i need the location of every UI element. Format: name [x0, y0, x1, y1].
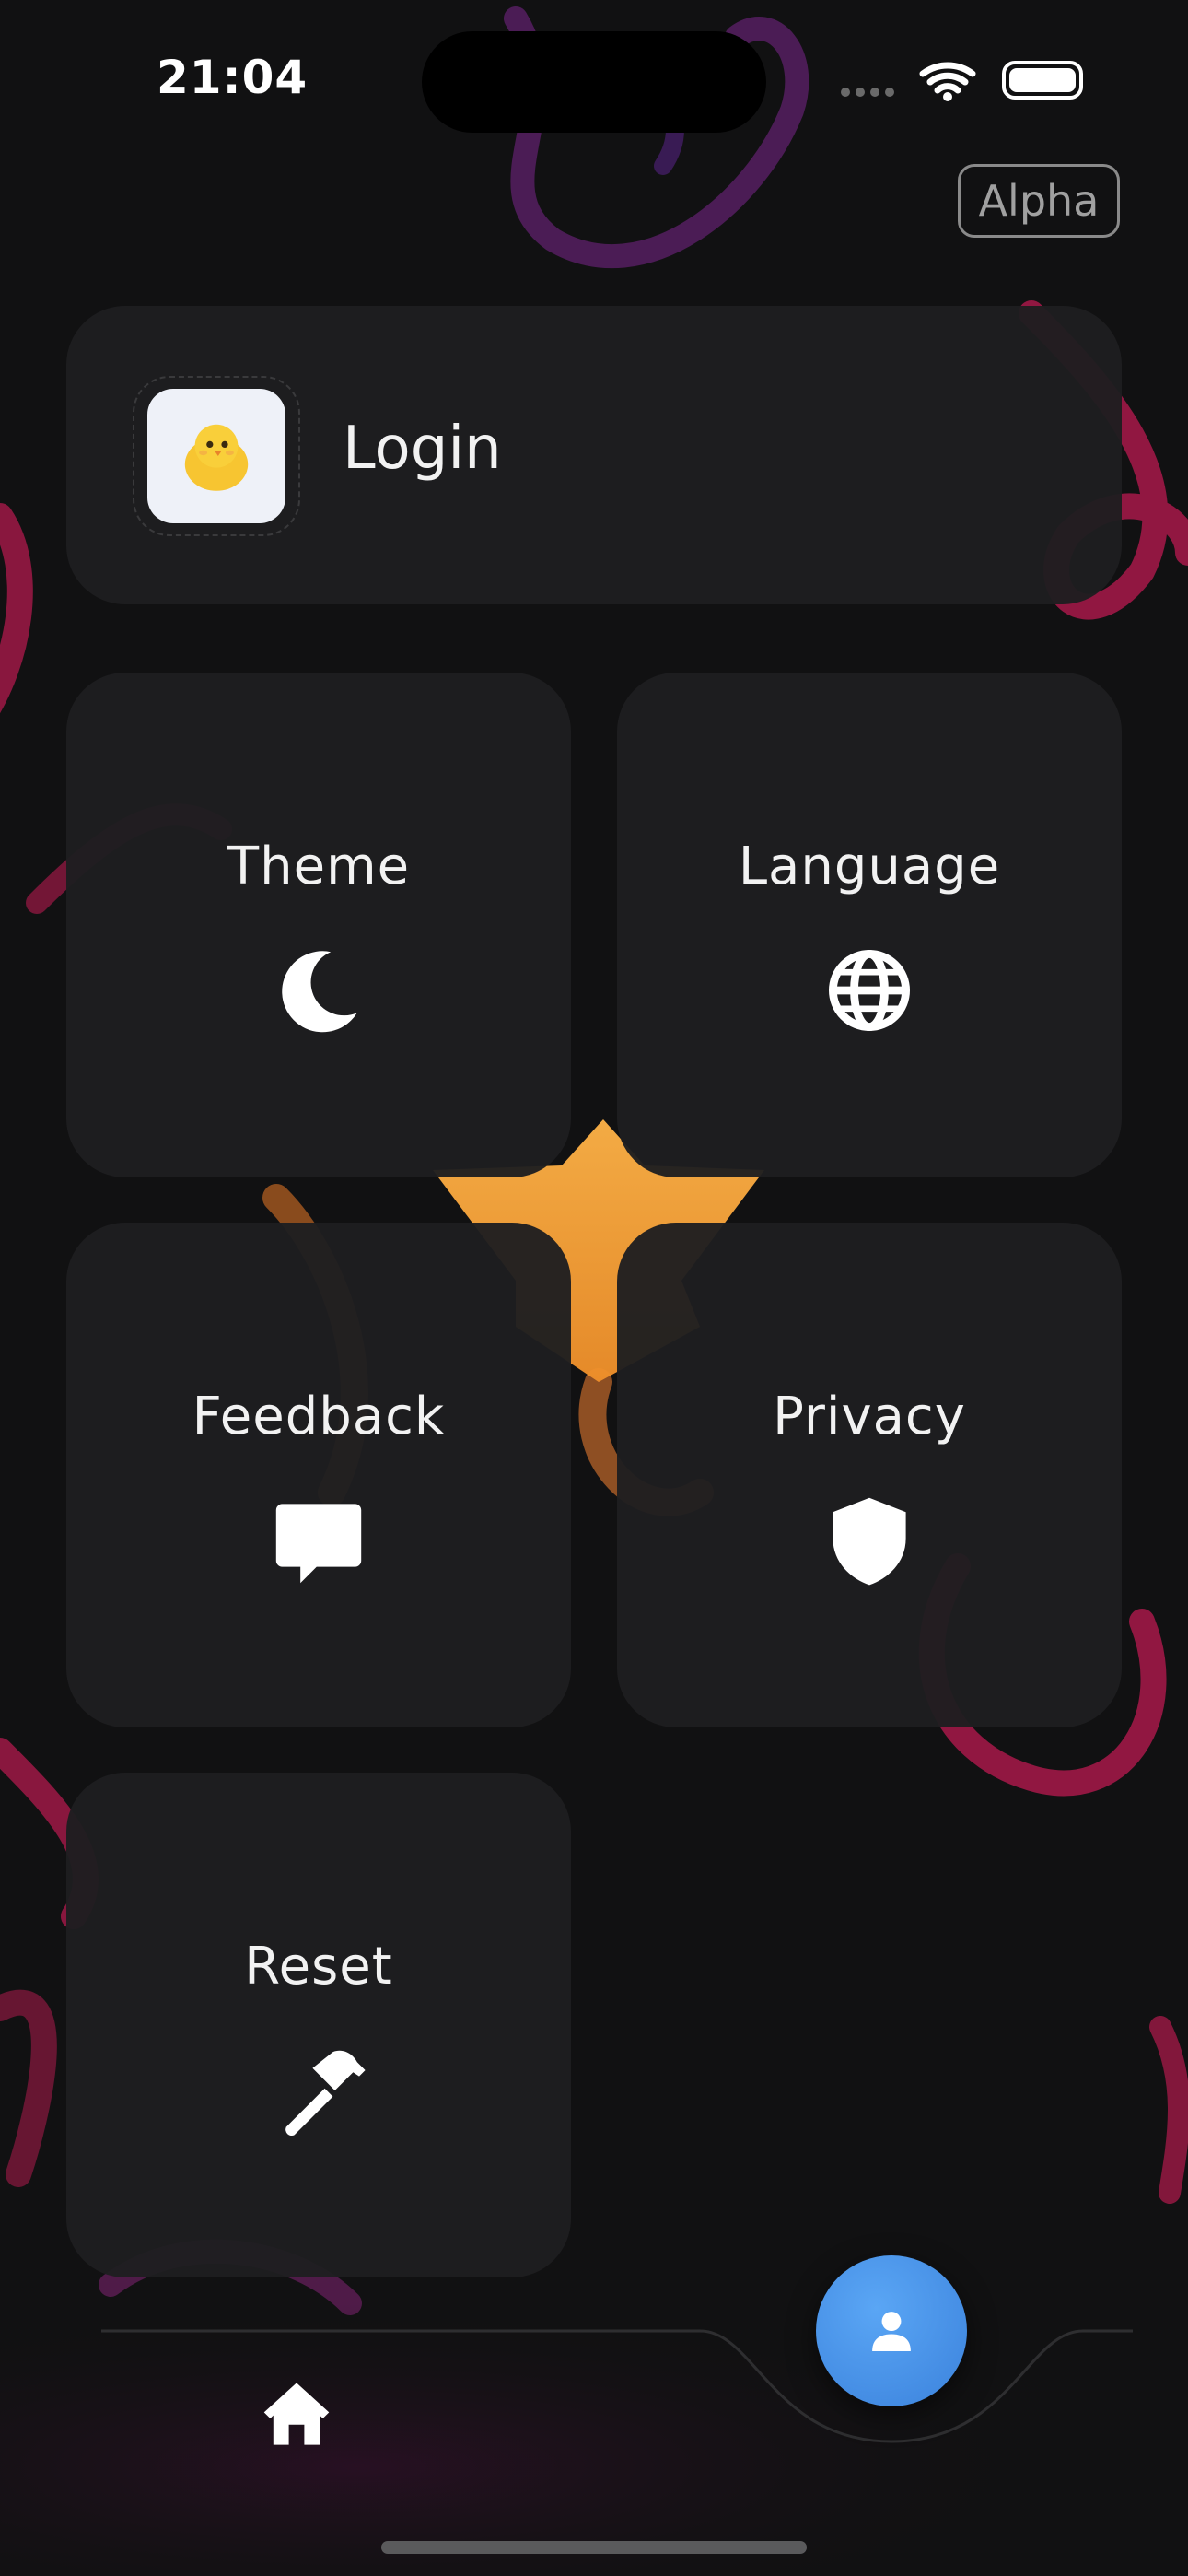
language-label: Language [738, 837, 1001, 896]
status-time: 21:04 [157, 51, 309, 104]
theme-tile[interactable]: Theme [66, 673, 571, 1177]
reset-tile[interactable]: Reset [66, 1773, 571, 2277]
globe-icon [819, 940, 920, 1041]
feedback-tile[interactable]: Feedback [66, 1223, 571, 1727]
home-indicator[interactable] [381, 2541, 807, 2554]
home-icon [263, 2383, 330, 2445]
battery-icon [1002, 61, 1083, 100]
chat-bubble-icon [268, 1490, 369, 1591]
reset-label: Reset [244, 1937, 393, 1996]
login-label: Login [343, 415, 502, 483]
tab-home[interactable] [258, 2375, 335, 2453]
signal-icon [841, 88, 894, 97]
tab-profile[interactable] [816, 2255, 967, 2406]
moon-icon [268, 940, 369, 1041]
theme-label: Theme [227, 837, 411, 896]
profile-icon [872, 2312, 911, 2352]
privacy-tile[interactable]: Privacy [617, 1223, 1122, 1727]
shield-icon [819, 1490, 920, 1591]
feedback-label: Feedback [192, 1387, 446, 1446]
alpha-badge: Alpha [958, 164, 1120, 238]
tab-bar [101, 2329, 1133, 2443]
privacy-label: Privacy [773, 1387, 966, 1446]
hammer-icon [268, 2040, 369, 2141]
chick-icon [184, 424, 249, 491]
language-tile[interactable]: Language [617, 673, 1122, 1177]
login-card[interactable]: Login [66, 306, 1122, 604]
avatar [147, 389, 285, 523]
dynamic-island [422, 31, 766, 133]
wifi-icon [919, 62, 976, 94]
status-indicators [838, 55, 1087, 101]
